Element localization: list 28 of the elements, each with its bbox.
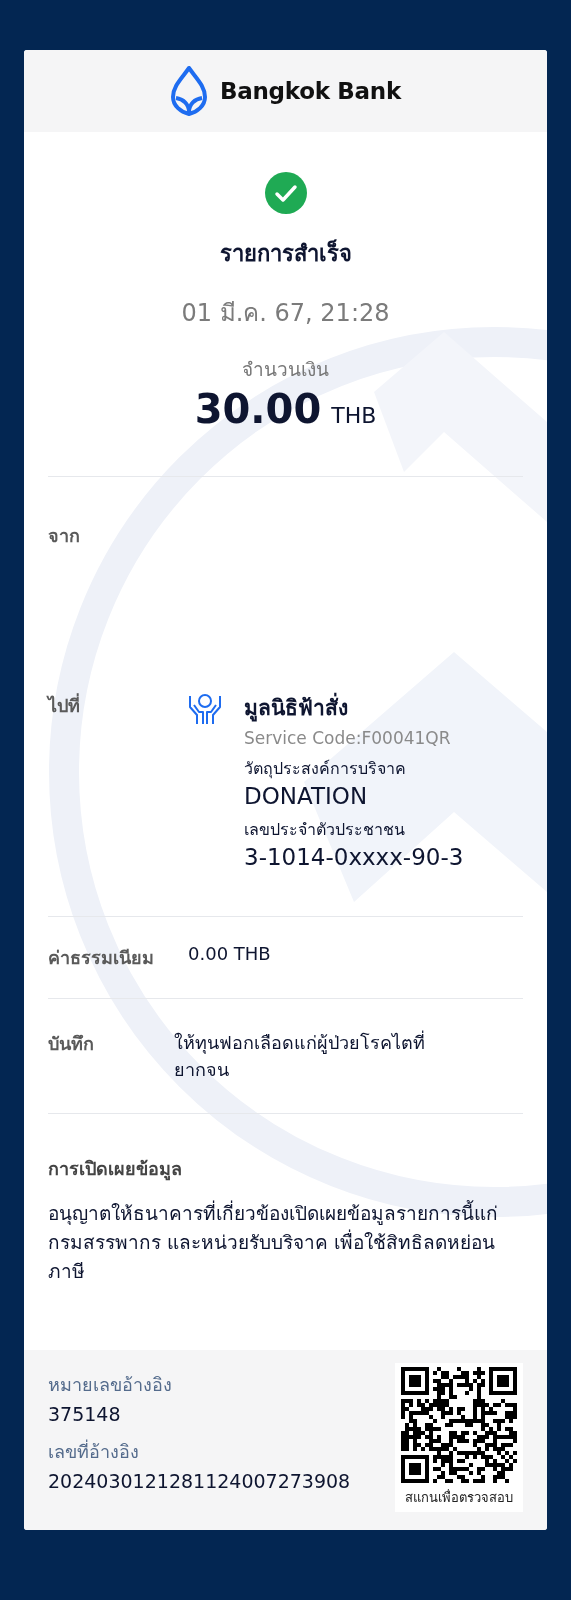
field-label: เลขประจำตัวประชาชน — [244, 819, 406, 841]
reference-value: 375148 — [48, 1403, 122, 1425]
field-label: ไปที่ — [48, 695, 80, 716]
amount-value: 30.00 — [194, 386, 322, 432]
leaf-logo-icon — [170, 66, 209, 116]
field-value: 3-1014-0xxxx-90-3 — [244, 844, 464, 870]
field-label: วัตถุประสงค์การบริจาค — [244, 758, 407, 781]
recipient-name: มูลนิธิฟ้าสั่ง — [244, 691, 464, 724]
field-label: ค่าธรรมเนียม — [48, 947, 154, 968]
field-value: DONATION — [244, 783, 369, 809]
qr-caption: สแกนเพื่อตรวจสอบ — [405, 1488, 513, 1507]
success-check-icon — [264, 172, 307, 214]
memo-text: ให้ทุนฟอกเลือดแก่ผู้ป่วยโรคไตที่ยากจน — [174, 1029, 426, 1082]
amount-label: จำนวนเงิน — [242, 357, 329, 382]
charity-hands-icon — [188, 693, 222, 725]
transaction-date: 01 มี.ค. 67, 21:28 — [181, 298, 390, 329]
fee-value: 0.00 THB — [188, 943, 271, 964]
field-label: จาก — [48, 525, 80, 546]
bank-name: Bangkok Bank — [220, 78, 401, 104]
service-code: Service Code:F00041QR — [244, 728, 452, 748]
currency: THB — [331, 403, 377, 428]
disclosure-text: อนุญาตให้ธนาคารที่เกี่ยวข้องเปิดเผยข้อมูลรายการนี้แก่กรมสรรพากร และหน่วยรับบริจาค เพื่อใช้สิทธิลดหย่อนภาษี — [48, 1199, 499, 1284]
status-title: รายการสำเร็จ — [219, 238, 352, 268]
reference-value: 2024030121281124007273908 — [48, 1470, 351, 1492]
reference-label: เลขที่อ้างอิง — [48, 1438, 140, 1464]
reference-label: หมายเลขอ้างอิง — [48, 1373, 173, 1397]
disclosure-title: การเปิดเผยข้อมูล — [48, 1157, 183, 1183]
field-label: บันทึก — [48, 1033, 94, 1054]
